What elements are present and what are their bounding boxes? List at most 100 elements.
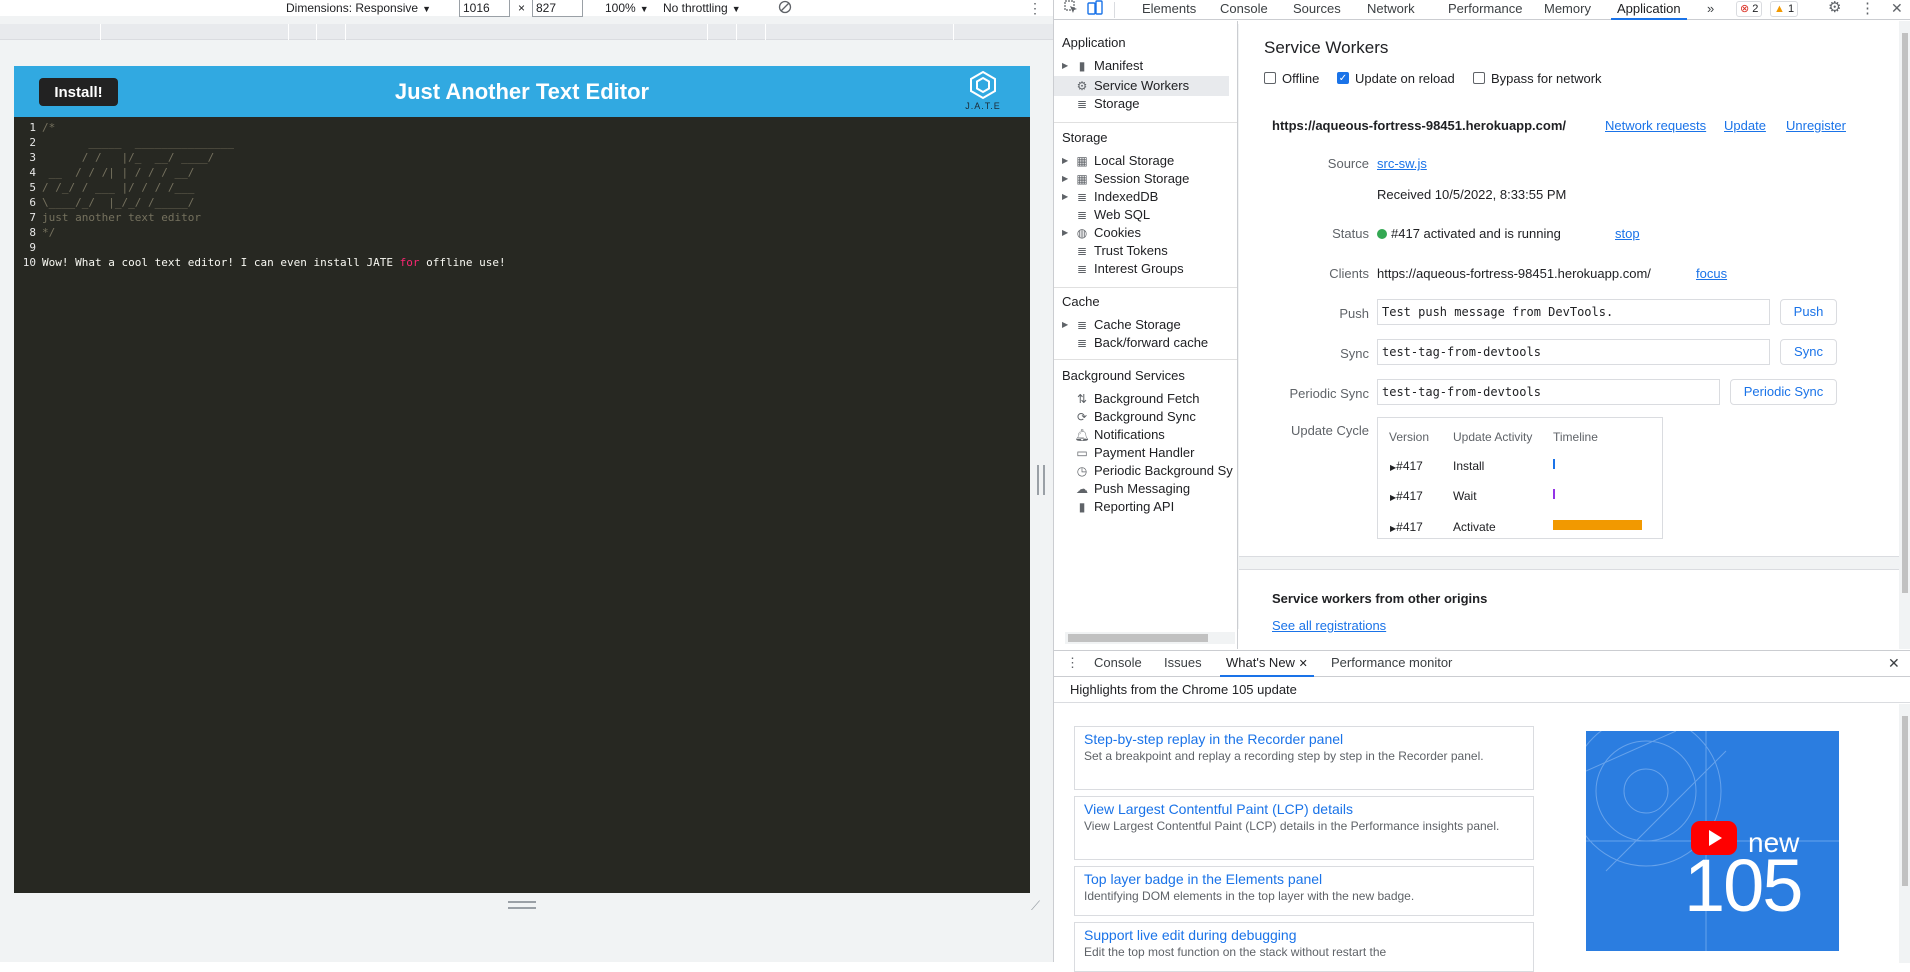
sidebar-divider [1054, 359, 1237, 360]
unregister-link[interactable]: Unregister [1786, 118, 1846, 133]
sidebar-item-service-workers[interactable]: ⚙ Service Workers [1054, 76, 1229, 96]
whats-new-card[interactable]: Top layer badge in the Elements panel Id… [1074, 866, 1534, 916]
update-on-reload-checkbox[interactable]: ✓ Update on reload [1337, 70, 1455, 86]
sw-origin-url: https://aqueous-fortress-98451.herokuapp… [1272, 118, 1567, 133]
rotate-icon[interactable] [778, 0, 792, 16]
sidebar-item-background-fetch[interactable]: ⇅ Background Fetch [1062, 389, 1200, 409]
close-devtools-icon[interactable]: ✕ [1891, 0, 1903, 20]
push-button[interactable]: Push [1780, 299, 1837, 325]
width-input[interactable]: 1016 [459, 0, 510, 17]
settings-gear-icon[interactable]: ⚙ [1828, 0, 1841, 19]
periodic-sync-button[interactable]: Periodic Sync [1730, 379, 1837, 405]
device-toggle-icon[interactable] [1087, 0, 1103, 20]
table-row-version[interactable]: ▶#417 [1390, 459, 1423, 473]
close-drawer-icon[interactable]: ✕ [1888, 655, 1900, 677]
sidebar-item-interest-groups[interactable]: ≣ Interest Groups [1062, 259, 1184, 279]
version-text: #417 [1396, 489, 1423, 503]
panel-vertical-scrollbar[interactable] [1899, 21, 1910, 649]
tab-performance[interactable]: Performance [1448, 0, 1522, 20]
drawer-tab-whats-new[interactable]: What's New ✕ [1220, 655, 1314, 677]
line-number: 4 [29, 166, 36, 179]
tab-elements[interactable]: Elements [1142, 0, 1196, 20]
sidebar-item-periodic-background-sync[interactable]: ◷ Periodic Background Sy [1062, 461, 1233, 481]
sidebar-item-cookies[interactable]: ▶ ◍ Cookies [1062, 223, 1141, 243]
errors-badge[interactable]: ⊗ 2 [1736, 1, 1763, 17]
zoom-select[interactable]: 100% ▼ [605, 0, 649, 16]
tab-network[interactable]: Network [1367, 0, 1415, 20]
drawer-menu-icon[interactable]: ⋮ [1066, 655, 1079, 677]
whats-new-card[interactable]: View Largest Contentful Paint (LCP) deta… [1074, 796, 1534, 860]
warnings-badge[interactable]: ▲ 1 [1770, 1, 1799, 17]
tab-sources[interactable]: Sources [1293, 0, 1341, 20]
drawer-tab-issues[interactable]: Issues [1164, 655, 1202, 677]
install-button[interactable]: Install! [39, 78, 118, 106]
stop-link[interactable]: stop [1615, 226, 1640, 241]
bypass-network-checkbox[interactable]: Bypass for network [1473, 70, 1602, 86]
line-number: 10 [22, 256, 36, 269]
sync-button[interactable]: Sync [1780, 339, 1837, 365]
sidebar-item-cache-storage[interactable]: ▶ ≣ Cache Storage [1062, 315, 1181, 335]
inspect-element-icon[interactable] [1064, 0, 1078, 20]
tab-memory[interactable]: Memory [1544, 0, 1591, 20]
height-resize-handle[interactable] [508, 901, 536, 909]
sidebar-item-reporting-api[interactable]: ▮ Reporting API [1062, 497, 1175, 517]
offline-checkbox[interactable]: Offline [1264, 70, 1319, 86]
app-header: Install! Just Another Text Editor J.A.T.… [14, 66, 1030, 117]
tab-application[interactable]: Application [1611, 0, 1687, 20]
checkbox-label: Bypass for network [1491, 70, 1602, 86]
scrollbar-thumb[interactable] [1902, 33, 1908, 593]
editor-line: 1 /* [14, 120, 55, 135]
sidebar-item-label: Storage [1094, 96, 1140, 111]
sidebar-item-trust-tokens[interactable]: ≣ Trust Tokens [1062, 241, 1168, 261]
whats-new-card[interactable]: Support live edit during debugging Edit … [1074, 922, 1534, 972]
sync-tag-input[interactable]: test-tag-from-devtools [1377, 339, 1770, 365]
see-all-registrations-link[interactable]: See all registrations [1272, 618, 1386, 633]
sidebar-item-payment-handler[interactable]: ▭ Payment Handler [1062, 443, 1194, 463]
tab-console[interactable]: Console [1220, 0, 1268, 20]
sidebar-item-session-storage[interactable]: ▶ ▦ Session Storage [1062, 169, 1189, 189]
sidebar-item-indexeddb[interactable]: ▶ ≣ IndexedDB [1062, 187, 1158, 207]
gear-icon: ⚙ [1076, 79, 1088, 93]
whats-new-card[interactable]: Step-by-step replay in the Recorder pane… [1074, 726, 1534, 790]
card-title[interactable]: View Largest Contentful Paint (LCP) deta… [1084, 801, 1524, 818]
drawer-tab-performance-monitor[interactable]: Performance monitor [1331, 655, 1452, 677]
warnings-count: 1 [1787, 3, 1795, 15]
drawer-vertical-scrollbar[interactable] [1899, 704, 1910, 963]
sidebar-item-manifest[interactable]: ▶ ▮ Manifest [1062, 56, 1143, 76]
sidebar-item-local-storage[interactable]: ▶ ▦ Local Storage [1062, 151, 1174, 171]
sidebar-item-storage[interactable]: ≣ Storage [1062, 94, 1140, 114]
scrollbar-thumb[interactable] [1068, 634, 1208, 642]
drawer-tab-console[interactable]: Console [1094, 655, 1142, 677]
more-menu-icon[interactable]: ⋮ [1860, 0, 1875, 20]
throttling-select[interactable]: No throttling ▼ [663, 0, 741, 16]
dimensions-select[interactable]: Dimensions: Responsive ▼ [286, 0, 431, 16]
network-requests-link[interactable]: Network requests [1605, 118, 1706, 133]
sidebar-item-background-sync[interactable]: ⟳ Background Sync [1062, 407, 1196, 427]
source-file-link[interactable]: src-sw.js [1377, 156, 1427, 171]
sidebar-horizontal-scrollbar[interactable] [1065, 632, 1235, 644]
panel-split-handle[interactable] [1037, 465, 1045, 495]
scrollbar-thumb[interactable] [1902, 716, 1908, 886]
card-title[interactable]: Support live edit during debugging [1084, 927, 1524, 944]
corner-resize-icon[interactable]: ⟋ [1031, 898, 1045, 913]
sidebar-item-notifications[interactable]: 🔔︎ Notifications [1062, 425, 1164, 445]
periodic-sync-tag-input[interactable]: test-tag-from-devtools [1377, 379, 1720, 405]
sidebar-item-back-forward-cache[interactable]: ≣ Back/forward cache [1062, 333, 1208, 353]
more-options-icon[interactable]: ⋮ [1028, 0, 1042, 16]
table-row-version[interactable]: ▶#417 [1390, 489, 1423, 503]
more-tabs-icon[interactable]: » [1707, 0, 1714, 20]
card-title[interactable]: Top layer badge in the Elements panel [1084, 871, 1524, 888]
whats-new-video-thumbnail[interactable]: new 105 [1586, 731, 1839, 951]
table-row-version[interactable]: ▶#417 [1390, 520, 1423, 534]
close-tab-icon[interactable]: ✕ [1299, 658, 1308, 670]
status-value: #417 activated and is running [1377, 226, 1561, 241]
card-title[interactable]: Step-by-step replay in the Recorder pane… [1084, 731, 1524, 748]
tab-label: What's New [1226, 655, 1295, 670]
code-editor[interactable]: 1 /* 2 _____ _______________ 3 / / |/_ __… [14, 117, 1030, 893]
sidebar-item-push-messaging[interactable]: ☁ Push Messaging [1062, 479, 1190, 499]
focus-link[interactable]: focus [1696, 266, 1727, 281]
height-input[interactable]: 827 [532, 0, 583, 17]
sidebar-item-web-sql[interactable]: ≣ Web SQL [1062, 205, 1150, 225]
update-link[interactable]: Update [1724, 118, 1766, 133]
push-message-input[interactable]: Test push message from DevTools. [1377, 299, 1770, 325]
